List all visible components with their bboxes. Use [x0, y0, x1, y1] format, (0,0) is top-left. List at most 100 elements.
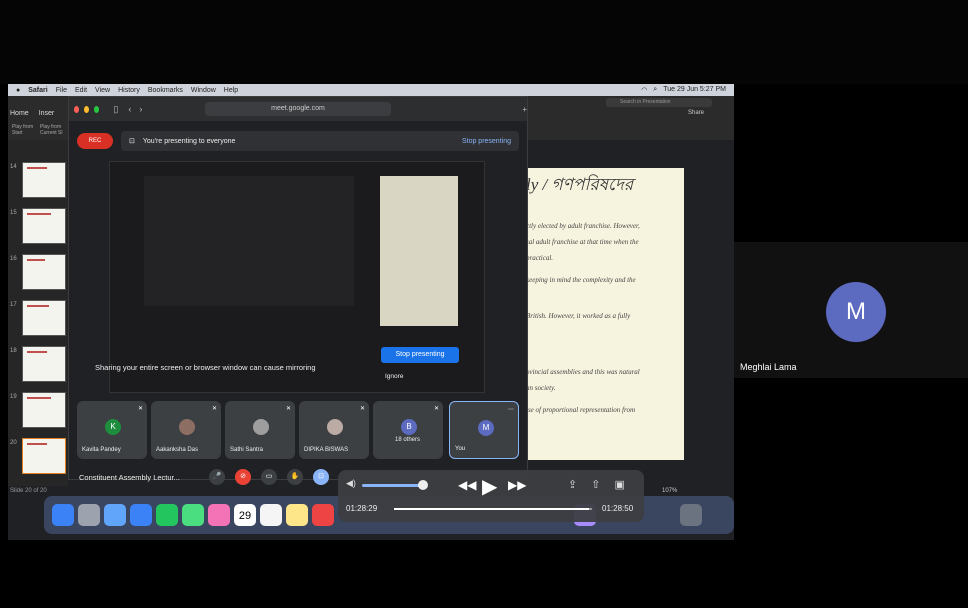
time-total: 01:28:50 [602, 504, 634, 513]
volume-slider[interactable] [362, 484, 421, 487]
participant-name: Sathi Santra [230, 447, 264, 453]
play-icon[interactable]: ▶ [482, 474, 497, 499]
calendar-icon[interactable]: 29 [234, 504, 256, 526]
share-icon[interactable]: ⇧ [591, 478, 600, 491]
participant-tile[interactable]: ✕ DIPIKA BISWAS [299, 401, 369, 459]
menu-item-edit[interactable]: Edit [75, 87, 87, 94]
pip-icon[interactable]: ▣ [614, 478, 624, 491]
participant-tile[interactable]: ✕ Aakanksha Das [151, 401, 221, 459]
ignore-button[interactable]: Ignore [385, 373, 403, 380]
share-button[interactable]: Share [688, 110, 704, 116]
participant-name: 18 others [395, 437, 421, 443]
menu-item-bookmarks[interactable]: Bookmarks [148, 87, 183, 94]
participant-tile[interactable]: ✕ B 18 others [373, 401, 443, 459]
slide-thumbnail[interactable] [22, 208, 66, 244]
slide-text-line: ovincial assemblies and this was natural [526, 368, 640, 376]
slide-text-line: practical. [526, 254, 554, 262]
back-icon[interactable]: ‹ [128, 104, 131, 114]
more-options-icon[interactable]: ⋯ [508, 406, 514, 413]
search-icon[interactable]: ⌕ [653, 86, 657, 94]
slide-text-line: ise of proportional representation from [526, 406, 636, 414]
slide-thumbnail-selected[interactable] [22, 438, 66, 474]
play-from-start-button[interactable]: Play from Start [12, 124, 34, 136]
music-icon[interactable] [312, 504, 334, 526]
participant-tile-self[interactable]: ⋯ M You [449, 401, 519, 459]
thumb-number: 16 [10, 256, 17, 262]
presenting-banner: ⊡ You're presenting to everyone Stop pre… [121, 131, 519, 151]
tab-home[interactable]: Home [10, 110, 29, 117]
media-player-controls: ◀) ◀◀ ▶ ▶▶ ⇪ ⇧ ▣ 01:28:29 01:28:50 [338, 470, 644, 522]
wifi-icon[interactable]: ◠ [641, 86, 647, 94]
thumb-number: 19 [10, 394, 17, 400]
photos-icon[interactable] [208, 504, 230, 526]
mirroring-warning: Sharing your entire screen or browser wi… [95, 363, 316, 372]
reminders-icon[interactable] [260, 504, 282, 526]
finder-icon[interactable] [52, 504, 74, 526]
rewind-icon[interactable]: ◀◀ [458, 478, 476, 492]
zoom-window-button[interactable] [94, 105, 100, 113]
play-from-current-button[interactable]: Play from Current Sl [40, 124, 66, 136]
messages-icon[interactable] [182, 504, 204, 526]
mic-off-icon: ✕ [433, 406, 439, 412]
mic-icon[interactable]: 🎤 [209, 469, 225, 485]
fast-forward-icon[interactable]: ▶▶ [508, 478, 526, 492]
launchpad-icon[interactable] [78, 504, 100, 526]
safari-icon[interactable] [104, 504, 126, 526]
mail-icon[interactable] [130, 504, 152, 526]
slide-text-line: keeping in mind the complexity and the [526, 276, 636, 284]
menu-item-safari[interactable]: Safari [28, 87, 47, 94]
menu-item-file[interactable]: File [56, 87, 67, 94]
slide-thumbnail[interactable] [22, 392, 66, 428]
stop-presenting-link[interactable]: Stop presenting [462, 138, 511, 145]
avatar [327, 419, 343, 435]
address-bar[interactable]: meet.google.com [205, 102, 391, 116]
trash-icon[interactable] [680, 504, 702, 526]
avatar: K [105, 419, 121, 435]
thumb-number: 15 [10, 210, 17, 216]
notes-icon[interactable] [286, 504, 308, 526]
raise-hand-icon[interactable]: ✋ [287, 469, 303, 485]
close-window-button[interactable] [74, 105, 80, 113]
tab-insert[interactable]: Inser [39, 110, 55, 117]
apple-icon[interactable]: ● [16, 87, 20, 94]
slide-text-line: British. However, it worked as a fully [526, 312, 631, 320]
stop-presenting-button[interactable]: Stop presenting [381, 347, 459, 363]
participant-video-panel: M Meghlai Lama [734, 242, 968, 378]
thumb-number: 17 [10, 302, 17, 308]
volume-icon[interactable]: ◀) [346, 478, 356, 489]
camera-off-icon[interactable]: ⊘ [235, 469, 251, 485]
volume-knob[interactable] [418, 480, 428, 490]
slide-thumbnail[interactable] [22, 300, 66, 336]
facetime-icon[interactable] [156, 504, 178, 526]
progress-fill [394, 508, 589, 510]
slide-text-line: sal adult franchise at that time when th… [526, 238, 639, 246]
slide-thumbnail[interactable] [22, 162, 66, 198]
sidebar-toggle-icon[interactable]: ▯ [113, 104, 118, 115]
zoom-level: 107% [662, 488, 678, 494]
airplay-icon[interactable]: ⇪ [568, 478, 577, 491]
slide-thumbnail[interactable] [22, 346, 66, 382]
participant-tile[interactable]: ✕ K Kavita Pandey [77, 401, 147, 459]
mic-off-icon: ✕ [285, 406, 291, 412]
new-tab-icon[interactable]: + [522, 105, 527, 114]
minimize-window-button[interactable] [84, 105, 90, 113]
bottom-letterbox [0, 584, 968, 608]
participant-tile[interactable]: ✕ Sathi Santra [225, 401, 295, 459]
keynote-tabs: Home Inser [10, 110, 54, 117]
menu-item-view[interactable]: View [95, 87, 110, 94]
captions-icon[interactable]: ▭ [261, 469, 277, 485]
menu-item-help[interactable]: Help [224, 87, 238, 94]
menu-item-window[interactable]: Window [191, 87, 216, 94]
participant-name: Aakanksha Das [156, 447, 199, 453]
presentation-search-input[interactable]: Search in Presentation [606, 98, 712, 107]
menubar-clock[interactable]: Tue 29 Jun 5:27 PM [663, 86, 726, 94]
present-icon[interactable]: ⊡ [313, 469, 329, 485]
mic-off-icon: ✕ [137, 406, 143, 412]
slide-thumbnail[interactable] [22, 254, 66, 290]
avatar [253, 419, 269, 435]
player-extra-controls: ⇪ ⇧ ▣ [568, 478, 625, 491]
slide-text-line: an society. [526, 384, 556, 392]
menu-item-history[interactable]: History [118, 87, 140, 94]
participant-name: Meghlai Lama [740, 362, 797, 372]
forward-icon[interactable]: › [139, 104, 142, 114]
